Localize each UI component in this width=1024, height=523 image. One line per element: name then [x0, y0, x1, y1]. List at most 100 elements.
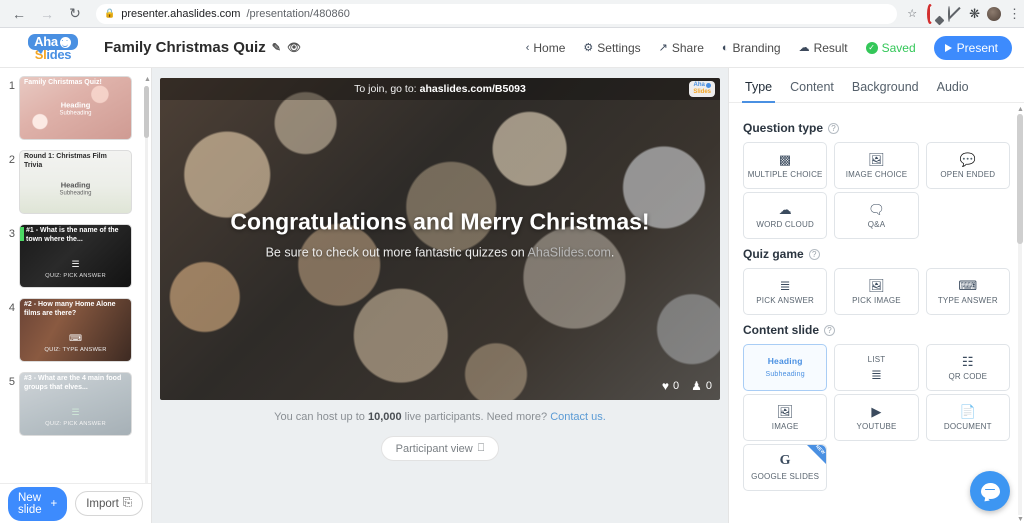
- participants-count: 0: [705, 380, 712, 392]
- content-card-document[interactable]: 📄 DOCUMENT: [925, 394, 1010, 441]
- help-icon[interactable]: ?: [808, 248, 820, 260]
- scrollbar-thumb[interactable]: [144, 86, 149, 138]
- adblock-extension-icon[interactable]: [948, 5, 962, 22]
- slide-thumbnail[interactable]: #1 - What is the name of the town where …: [19, 224, 132, 288]
- content-card-heading-subheading[interactable]: Heading Subheading: [743, 344, 828, 391]
- new-slide-button[interactable]: New slide +: [8, 486, 68, 521]
- play-icon: [944, 43, 952, 52]
- watermark-slides: Slides: [693, 89, 711, 95]
- import-button[interactable]: Import ⎘: [75, 491, 143, 516]
- list-item[interactable]: 2 Round 1: Christmas Film Trivia Heading…: [0, 150, 151, 214]
- slide-subheadline: Be sure to check out more fantastic quiz…: [265, 245, 615, 260]
- saved-status: ✓ Saved: [865, 40, 916, 55]
- extensions-puzzle-icon[interactable]: ❋: [969, 7, 980, 20]
- ahaslides-logo[interactable]: Aha Slides: [12, 32, 94, 64]
- card-label: TYPE ANSWER: [937, 295, 998, 305]
- slide-number: 2: [8, 154, 15, 166]
- quiz-card-pick-answer[interactable]: ≣ PICK ANSWER: [743, 268, 828, 315]
- chrome-menu-icon[interactable]: ⋮: [1008, 7, 1021, 20]
- present-label: Present: [956, 40, 998, 55]
- import-label: Import: [86, 497, 119, 510]
- help-icon[interactable]: ?: [828, 122, 840, 134]
- tab-audio[interactable]: Audio: [937, 80, 969, 102]
- type-card-word-cloud[interactable]: ☁ WORD CLOUD: [743, 192, 828, 239]
- nav-item-branding[interactable]: ◐ Branding: [722, 41, 781, 55]
- logo-aha-text: Aha: [34, 34, 58, 49]
- lastpass-extension-icon[interactable]: [927, 3, 941, 24]
- scrollbar-track[interactable]: [145, 86, 148, 483]
- nav-label-branding: Branding: [732, 40, 781, 55]
- slide-thumbnail[interactable]: Family Christmas Quiz! Heading Subheadin…: [19, 76, 132, 140]
- scroll-up-arrow-icon[interactable]: ▲: [1017, 106, 1024, 113]
- participant-view-button[interactable]: Participant view ⎕: [380, 436, 500, 461]
- content-card-image[interactable]: 🖼 IMAGE: [743, 394, 828, 441]
- list-item[interactable]: 4 #2 - How many Home Alone films are the…: [0, 298, 151, 362]
- nav-item-settings[interactable]: ⚙ Settings: [583, 41, 640, 55]
- likes-count: 0: [672, 380, 680, 392]
- profile-avatar[interactable]: [987, 6, 1001, 21]
- card-label: PICK ANSWER: [756, 295, 815, 305]
- sidebar-scrollbar[interactable]: ▲ ▼: [144, 76, 151, 483]
- tab-background[interactable]: Background: [852, 80, 919, 102]
- slide-status-marker: [20, 227, 24, 241]
- join-code: ahaslides.com/B5093: [419, 83, 526, 95]
- tab-type[interactable]: Type: [741, 80, 776, 103]
- card-subheading: Subheading: [765, 371, 805, 378]
- browser-forward-button[interactable]: →: [36, 3, 58, 25]
- browser-toolbar: ← → ↻ 🔒 presenter.ahaslides.com/presenta…: [0, 0, 1024, 28]
- content-card-qr-code[interactable]: ☷ QR CODE: [925, 344, 1010, 391]
- help-icon[interactable]: ?: [824, 324, 836, 336]
- right-panel: Type Content Background Audio Question t…: [728, 68, 1024, 523]
- list-item[interactable]: 1 Family Christmas Quiz! Heading Subhead…: [0, 76, 151, 140]
- type-card-image-choice[interactable]: 🖼 IMAGE CHOICE: [834, 142, 919, 189]
- saved-label: Saved: [881, 40, 916, 55]
- card-label: MULTIPLE CHOICE: [747, 169, 823, 179]
- preview-eye-icon[interactable]: 👁: [287, 41, 301, 54]
- bookmark-star-icon[interactable]: ☆: [907, 7, 917, 20]
- list-item[interactable]: 3 #1 - What is the name of the town wher…: [0, 224, 151, 288]
- slide-canvas[interactable]: To join, go to: ahaslides.com/B5093 Aha …: [160, 78, 720, 400]
- type-card-open-ended[interactable]: 💬 OPEN ENDED: [925, 142, 1010, 189]
- slide-content: Congratulations and Merry Christmas! Be …: [160, 206, 720, 259]
- content-card-list[interactable]: LIST ≣: [834, 344, 919, 391]
- type-card-multiple-choice[interactable]: ▩ MULTIPLE CHOICE: [743, 142, 828, 189]
- browser-back-button[interactable]: ←: [8, 3, 30, 25]
- slide-thumbnail[interactable]: #2 - How many Home Alone films are there…: [19, 298, 132, 362]
- chat-support-button[interactable]: [970, 471, 1010, 511]
- edit-pencil-icon[interactable]: ✎: [272, 41, 281, 54]
- tab-content[interactable]: Content: [790, 80, 834, 102]
- list-icon: ≣: [779, 277, 791, 293]
- slide-thumbnail[interactable]: Round 1: Christmas Film Trivia Heading S…: [19, 150, 132, 214]
- scroll-up-arrow-icon[interactable]: ▲: [144, 76, 151, 83]
- slides-list[interactable]: 1 Family Christmas Quiz! Heading Subhead…: [0, 68, 151, 483]
- nav-label-settings: Settings: [597, 40, 641, 55]
- chat-bubble-icon: [980, 483, 1000, 499]
- scroll-down-arrow-icon[interactable]: ▼: [1017, 516, 1024, 523]
- address-bar[interactable]: 🔒 presenter.ahaslides.com/presentation/4…: [96, 3, 898, 24]
- gear-icon: ⚙: [583, 42, 594, 54]
- contact-us-link[interactable]: Contact us.: [550, 411, 606, 423]
- quiz-card-type-answer[interactable]: ⌨ TYPE ANSWER: [925, 268, 1010, 315]
- quiz-card-pick-image[interactable]: 🖼 PICK IMAGE: [834, 268, 919, 315]
- present-button[interactable]: Present: [933, 35, 1012, 60]
- nav-item-home[interactable]: ‹ Home: [526, 41, 566, 55]
- panel-scrollbar[interactable]: ▲ ▼: [1017, 106, 1024, 523]
- slide-thumbnail[interactable]: #3 - What are the 4 main food groups tha…: [19, 372, 132, 436]
- list-item[interactable]: 5 #3 - What are the 4 main food groups t…: [0, 372, 151, 436]
- question-type-grid-row2: ☁ WORD CLOUD 🗨 Q&A: [743, 192, 1010, 239]
- nav-item-result[interactable]: ☁ Result: [799, 41, 848, 55]
- nav-label-share: Share: [671, 40, 704, 55]
- keyboard-icon: ⌨: [958, 277, 978, 293]
- card-label: QR CODE: [948, 371, 988, 381]
- scrollbar-thumb[interactable]: [1017, 114, 1023, 244]
- content-card-youtube[interactable]: ▶ YOUTUBE: [834, 394, 919, 441]
- content-card-google-slides[interactable]: NEW G GOOGLE SLIDES: [743, 444, 828, 491]
- quiz-game-label: Quiz game: [743, 247, 804, 261]
- type-card-qa[interactable]: 🗨 Q&A: [834, 192, 919, 239]
- slide-stats: ♥ 0 ♟ 0: [662, 379, 712, 393]
- quiz-game-grid: ≣ PICK ANSWER 🖼 PICK IMAGE ⌨ TYPE ANSWER: [743, 268, 1010, 315]
- share-icon: ↗: [658, 42, 668, 54]
- card-label: DOCUMENT: [943, 421, 992, 431]
- nav-item-share[interactable]: ↗ Share: [659, 41, 704, 55]
- browser-reload-button[interactable]: ↻: [64, 3, 86, 25]
